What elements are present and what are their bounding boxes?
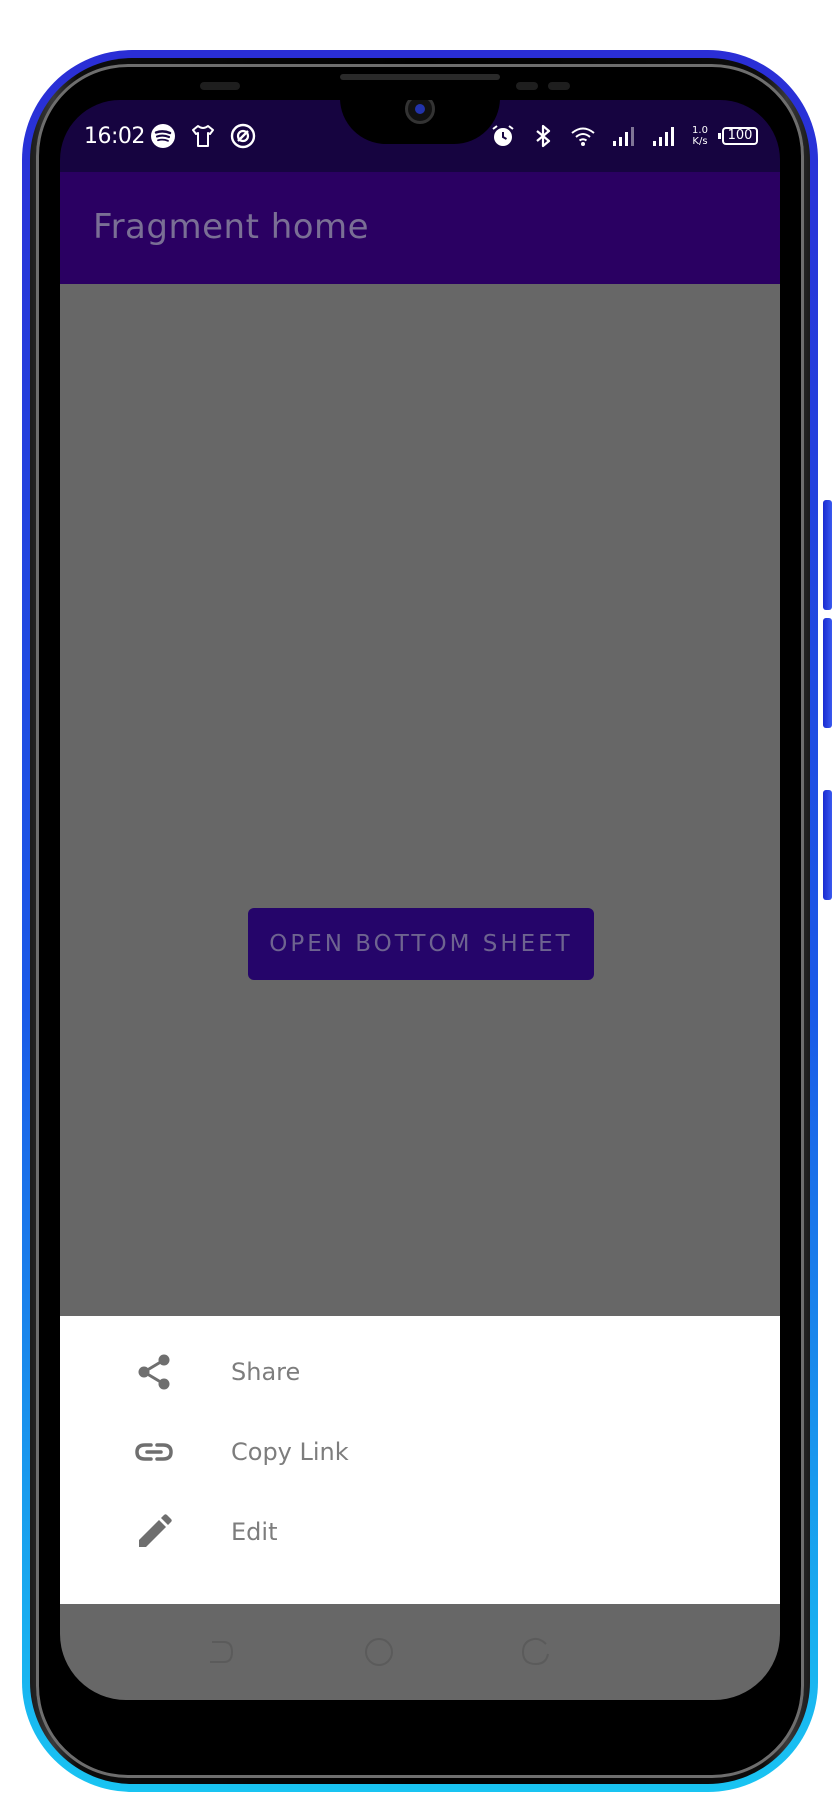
sheet-item-label: Share [231, 1358, 301, 1386]
wifi-icon [571, 127, 595, 146]
status-bar: 16:02 1.0 K/s 100 [60, 100, 780, 172]
main-content-scrim[interactable]: OPEN BOTTOM SHEET [60, 284, 780, 1316]
network-speed-value: 1.0 [692, 125, 708, 136]
light-sensor [548, 82, 570, 90]
open-bottom-sheet-button[interactable]: OPEN BOTTOM SHEET [248, 908, 594, 980]
at-sign-icon [230, 123, 256, 149]
battery-indicator: 100 [718, 127, 758, 145]
tshirt-icon [192, 125, 214, 147]
volume-down-key [823, 618, 832, 728]
network-speed-unit: K/s [692, 136, 708, 147]
navigation-bar [60, 1604, 780, 1700]
status-left-icons [148, 122, 258, 150]
signal-icon [613, 127, 634, 146]
sheet-item-label: Edit [231, 1518, 278, 1546]
pencil-icon [139, 1514, 172, 1547]
link-icon [135, 1443, 173, 1461]
signal-icon [653, 127, 674, 146]
share-icon [138, 1354, 170, 1390]
page-title: Fragment home [93, 207, 370, 247]
sheet-item-label: Copy Link [231, 1438, 349, 1466]
light-sensor [516, 82, 538, 90]
volume-up-key [823, 500, 832, 610]
home-icon[interactable] [361, 1634, 397, 1670]
phone-screen: 16:02 1.0 K/s 100 Fragment home OPEN BOT… [60, 100, 780, 1700]
spotify-icon [151, 124, 175, 148]
status-right-icons: 1.0 K/s 100 [488, 122, 758, 150]
sheet-item-copy-link[interactable]: Copy Link [60, 1412, 780, 1492]
earpiece [340, 74, 500, 80]
bluetooth-icon [536, 124, 551, 148]
app-bar: Fragment home [60, 172, 780, 284]
recents-icon[interactable] [518, 1634, 554, 1670]
alarm-icon [492, 125, 514, 146]
back-icon[interactable] [202, 1634, 238, 1670]
power-key [823, 790, 832, 900]
sheet-item-share[interactable]: Share [60, 1332, 780, 1412]
status-time: 16:02 [84, 124, 145, 149]
network-speed: 1.0 K/s [688, 125, 712, 147]
bottom-sheet: Share Copy Link Edit [60, 1316, 780, 1604]
proximity-sensor [200, 82, 240, 90]
sheet-item-edit[interactable]: Edit [60, 1492, 780, 1572]
